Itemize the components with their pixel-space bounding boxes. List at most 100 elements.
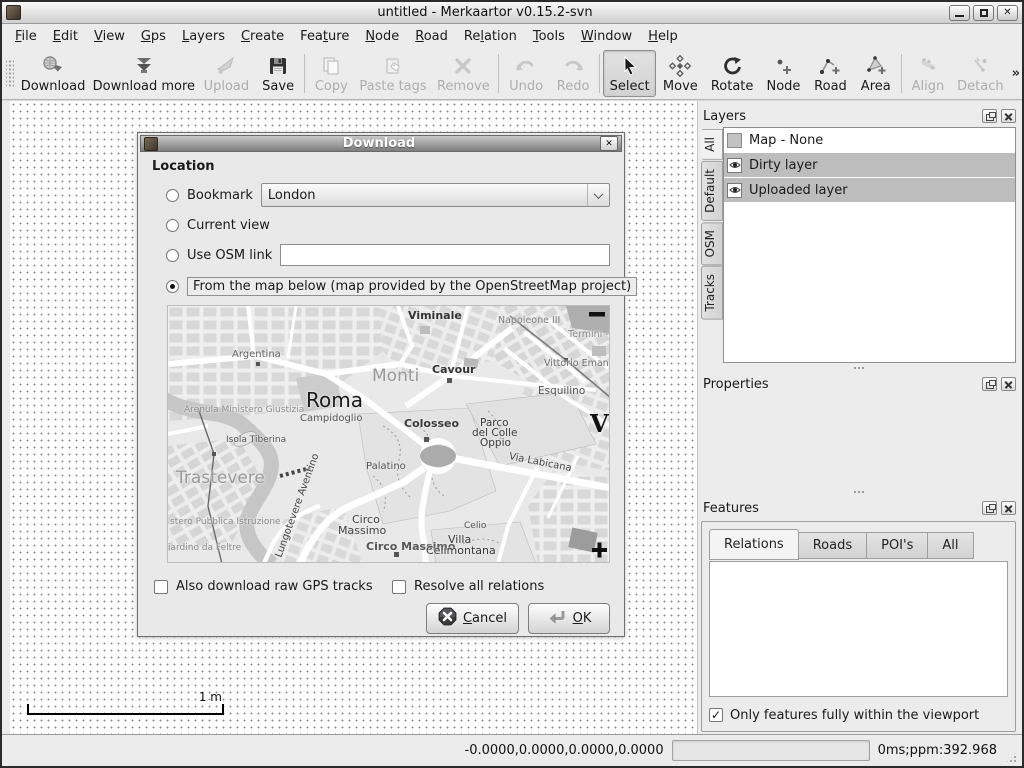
dialog-body: Location Bookmark London Current view Us… [140, 152, 622, 643]
panel-splitter[interactable] [701, 487, 1016, 497]
layers-close-button[interactable] [1001, 109, 1016, 123]
side-panel: Layers All Default OSM Tracks Map - None [698, 101, 1022, 734]
resolve-relations-checkbox[interactable] [392, 580, 406, 594]
menu-node[interactable]: Node [358, 27, 406, 46]
features-tab-pois[interactable]: POI's [867, 532, 928, 559]
toolbar-button-area[interactable]: Area [854, 50, 898, 97]
dialog-close-button[interactable]: ✕ [600, 136, 618, 151]
current-view-radio[interactable] [166, 219, 179, 232]
menu-feature[interactable]: Feature [293, 27, 356, 46]
bookmark-combobox[interactable]: London [261, 183, 610, 207]
toolbar-button-align[interactable]: Align [905, 50, 951, 97]
toolbar-button-road[interactable]: Road [807, 50, 853, 97]
panel-splitter[interactable] [701, 363, 1016, 373]
toolbar-button-undo[interactable]: Undo [502, 50, 550, 97]
toolbar-button-upload[interactable]: Upload [198, 50, 256, 97]
minimize-button[interactable] [949, 5, 970, 21]
features-close-button[interactable] [1001, 501, 1016, 515]
maximize-button[interactable] [973, 5, 994, 21]
bookmark-option-row: Bookmark London [166, 183, 610, 207]
menu-road[interactable]: Road [408, 27, 455, 46]
main-area: 1 m Layers All Default OSM Tracks [2, 100, 1022, 734]
menu-relation[interactable]: Relation [457, 27, 524, 46]
layer-row-dirty[interactable]: Dirty layer [724, 153, 1015, 177]
eye-icon[interactable] [727, 183, 742, 198]
menu-create[interactable]: Create [234, 27, 291, 46]
cancel-button[interactable]: Cancel [426, 603, 519, 634]
dialog-map[interactable]: ViminaleNapoleone IIITermini - LaArgenti… [167, 305, 610, 563]
toolbar-button-label: Download more [93, 79, 195, 94]
status-bar: -0.0000,0.0000,0.0000,0.0000 0ms;ppm:392… [2, 734, 1022, 766]
features-dock-header: Features [701, 497, 1016, 519]
toolbar-button-paste-tags[interactable]: Paste tags [355, 50, 432, 97]
layer-label: Map - None [749, 133, 823, 148]
bookmark-combobox-value: London [262, 188, 587, 203]
features-tab-roads[interactable]: Roads [799, 532, 867, 559]
toolbar-button-label: Area [861, 79, 891, 94]
bookmark-radio[interactable] [166, 189, 179, 202]
toolbar-drag-handle[interactable] [6, 60, 14, 87]
from-map-radio[interactable] [166, 280, 179, 293]
toolbar-button-detach[interactable]: Detach [951, 50, 1010, 97]
osm-link-radio[interactable] [166, 249, 179, 262]
toolbar-button-move[interactable]: Move [656, 50, 704, 97]
cancel-button-label: Cancel [463, 611, 507, 626]
ok-button[interactable]: OK [528, 603, 610, 634]
properties-panel [701, 395, 1016, 487]
toolbar-button-copy[interactable]: Copy [308, 50, 355, 97]
toolbar-button-label: Move [663, 79, 698, 94]
menu-gps[interactable]: Gps [134, 27, 173, 46]
layer-row-uploaded[interactable]: Uploaded layer [724, 178, 1015, 202]
toolbar-button-download-more[interactable]: Download more [90, 50, 197, 97]
layers-tab-default[interactable]: Default [701, 161, 723, 221]
features-tab-all[interactable]: All [928, 532, 973, 559]
eye-icon[interactable] [727, 158, 742, 173]
osm-link-label: Use OSM link [187, 248, 272, 263]
resize-grip[interactable] [1005, 751, 1018, 764]
layer-label: Dirty layer [749, 158, 818, 173]
layers-float-button[interactable] [982, 109, 997, 123]
toolbar-button-rotate[interactable]: Rotate [705, 50, 760, 97]
upload-icon [214, 53, 238, 79]
layer-row-map-none[interactable]: Map - None [724, 128, 1015, 152]
cancel-icon [438, 607, 457, 630]
osm-link-input[interactable] [280, 244, 610, 266]
from-map-option-row: From the map below (map provided by the … [166, 277, 610, 296]
rome-map-graphic [168, 306, 610, 563]
close-button[interactable]: ✕ [997, 5, 1018, 21]
properties-float-button[interactable] [982, 377, 997, 391]
redo-icon [561, 53, 585, 79]
toolbar-overflow-chevron[interactable]: » [1012, 66, 1020, 81]
toolbar-button-remove[interactable]: Remove [431, 50, 495, 97]
toolbar-button-select[interactable]: Select [603, 50, 656, 97]
dialog-title-bar[interactable]: Download ✕ [140, 135, 622, 152]
menu-layers[interactable]: Layers [175, 27, 232, 46]
layers-tab-all[interactable]: All [701, 129, 723, 160]
coordinates-readout: -0.0000,0.0000,0.0000,0.0000 [465, 743, 664, 758]
properties-close-button[interactable] [1001, 377, 1016, 391]
scale-bar-label: 1 m [199, 690, 222, 704]
gps-tracks-checkbox[interactable] [154, 580, 168, 594]
menu-edit[interactable]: Edit [46, 27, 85, 46]
menu-tools[interactable]: Tools [526, 27, 572, 46]
features-float-button[interactable] [982, 501, 997, 515]
osm-link-option-row: Use OSM link [166, 244, 610, 266]
toolbar-button-label: Redo [557, 79, 590, 94]
layers-tab-osm[interactable]: OSM [701, 222, 723, 265]
menu-help[interactable]: Help [641, 27, 685, 46]
toolbar-button-download[interactable]: Download [16, 50, 90, 97]
menu-file[interactable]: File [8, 27, 44, 46]
features-tab-relations[interactable]: Relations [709, 529, 799, 560]
layer-visibility-square-icon[interactable] [727, 133, 742, 148]
toolbar-button-node[interactable]: Node [760, 50, 808, 97]
menu-window[interactable]: Window [574, 27, 639, 46]
download-icon [41, 53, 65, 79]
features-list[interactable] [709, 561, 1008, 697]
toolbar-separator [304, 54, 305, 93]
toolbar-button-redo[interactable]: Redo [550, 50, 596, 97]
layers-tab-tracks[interactable]: Tracks [701, 266, 723, 320]
toolbar-button-save[interactable]: Save [255, 50, 301, 97]
viewport-filter-checkbox[interactable]: ✓ [709, 708, 723, 722]
menu-view[interactable]: View [87, 27, 132, 46]
ppm-readout: 0ms;ppm:392.968 [878, 743, 997, 758]
